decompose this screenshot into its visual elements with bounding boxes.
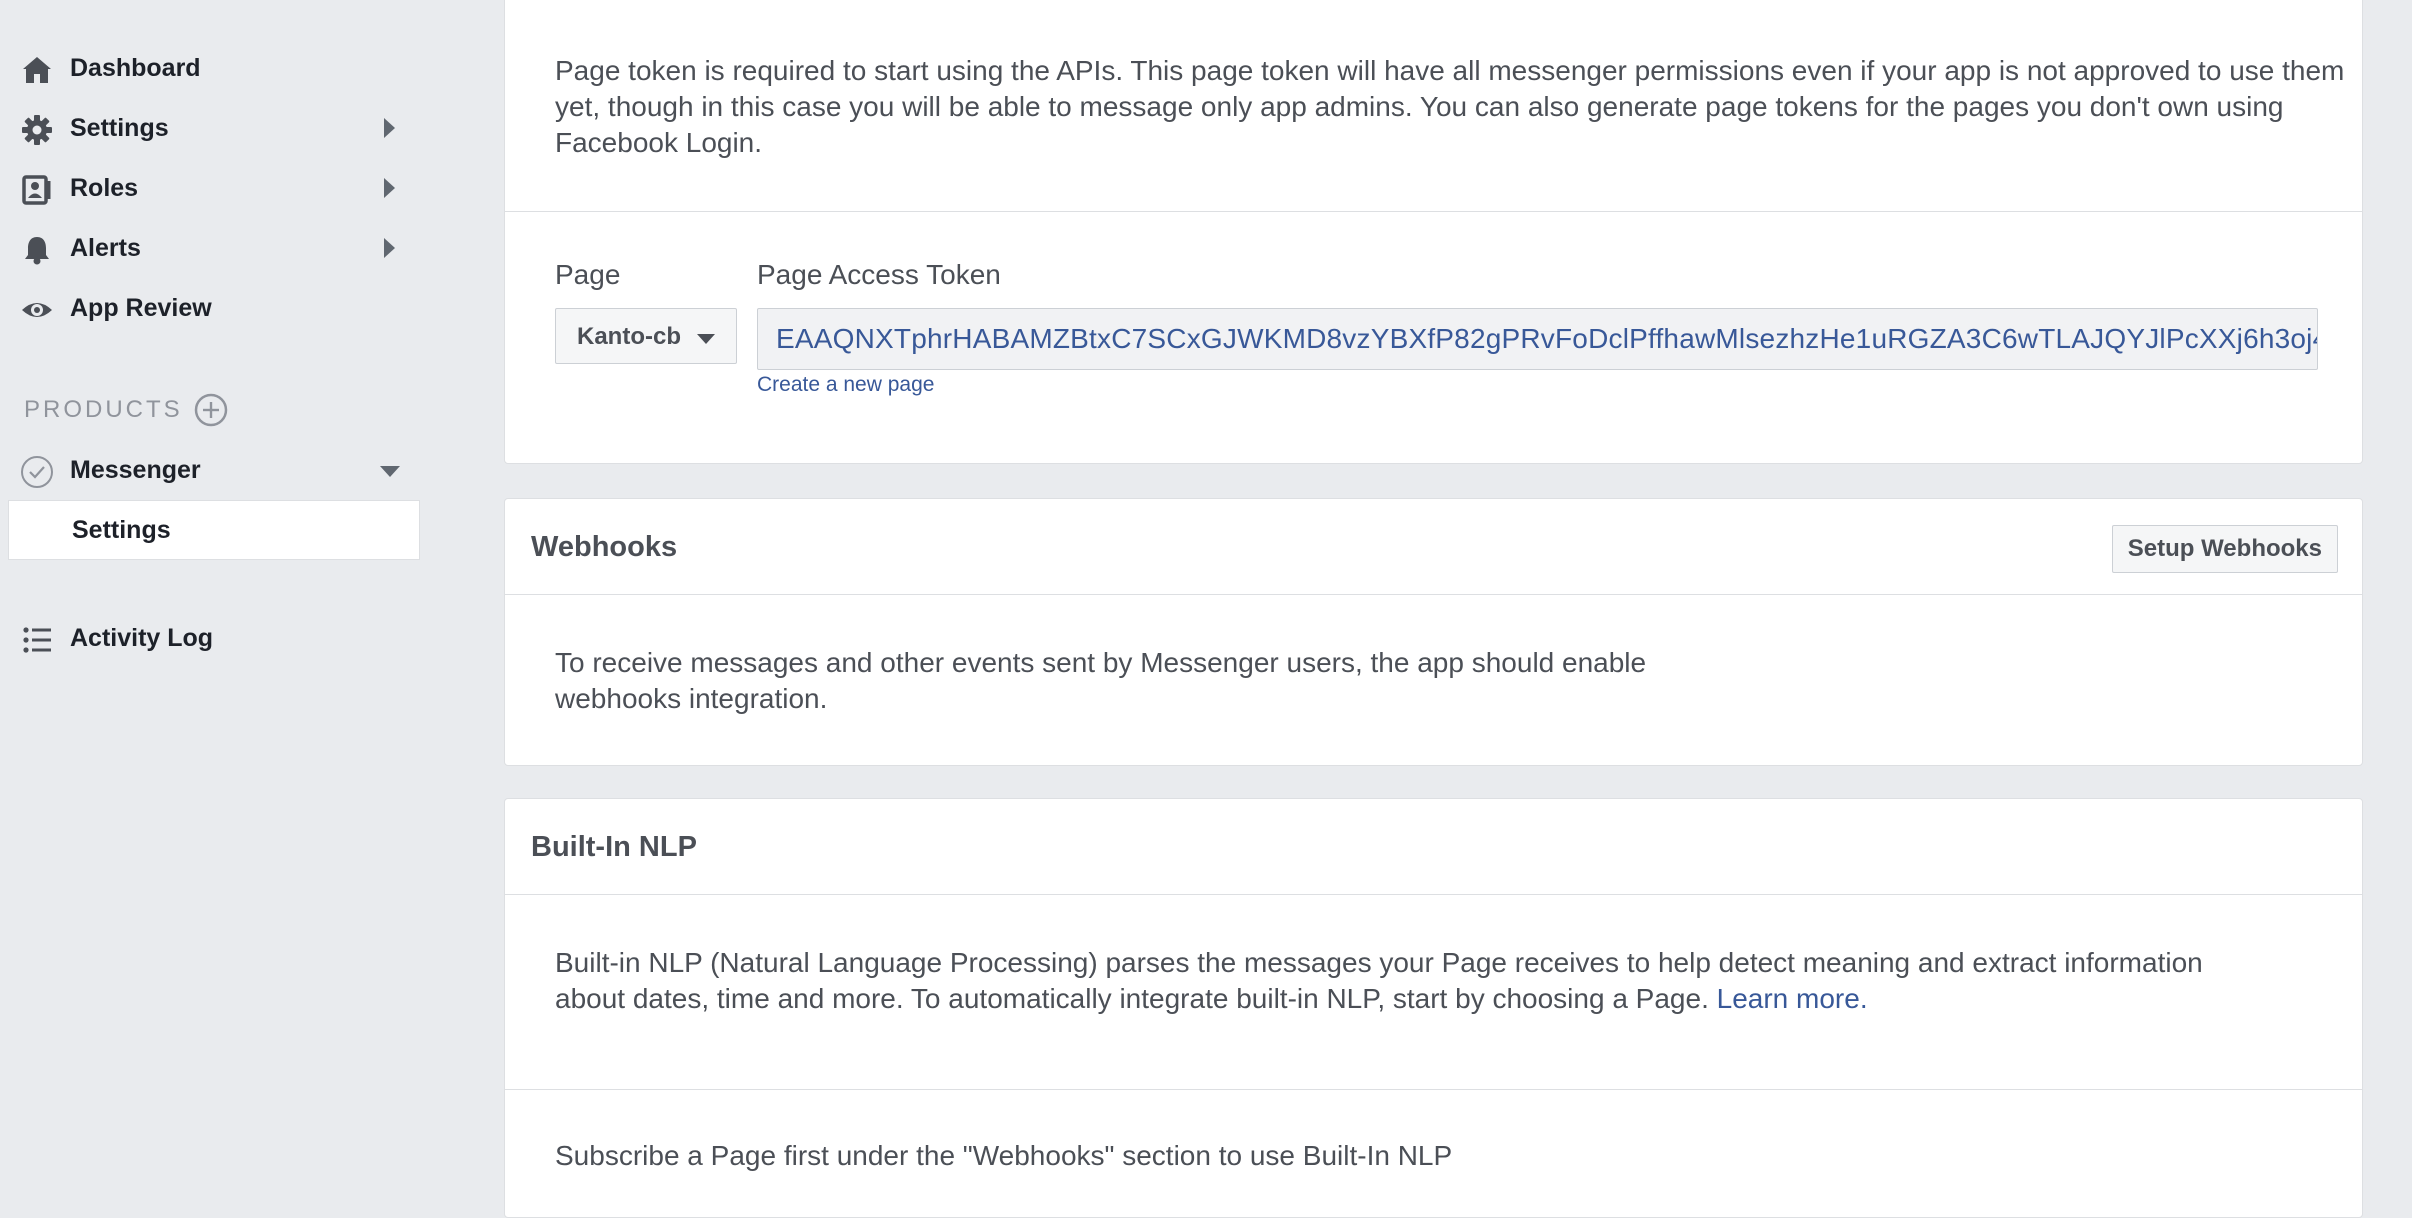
sidebar-item-roles[interactable]: Roles xyxy=(0,158,420,218)
nlp-description-text: about dates, time and more. To automatic… xyxy=(555,983,1709,1014)
divider xyxy=(505,211,2362,212)
sidebar-item-activity-log[interactable]: Activity Log xyxy=(0,608,420,668)
chevron-right-icon xyxy=(384,118,395,138)
create-new-page-link[interactable]: Create a new page xyxy=(757,373,934,397)
page-select-value: Kanto-cb xyxy=(577,323,681,350)
check-circle-icon xyxy=(20,455,54,489)
sidebar-item-label: Settings xyxy=(72,516,171,544)
nlp-description-line: about dates, time and more. To automatic… xyxy=(555,981,2203,1017)
eye-icon xyxy=(20,293,54,327)
bell-icon xyxy=(20,233,54,267)
sidebar-item-label: Roles xyxy=(70,174,139,202)
page-select-dropdown[interactable]: Kanto-cb xyxy=(555,308,737,364)
setup-webhooks-button[interactable]: Setup Webhooks xyxy=(2111,525,2338,573)
roles-icon xyxy=(20,173,54,207)
page-access-token-field[interactable]: EAAQNXTphrHABAMZBtxC7SCxGJWKMD8vzYBXfP82… xyxy=(757,308,2318,370)
webhooks-card-header: Webhooks Setup Webhooks xyxy=(505,499,2362,595)
chevron-right-icon xyxy=(384,238,395,258)
sidebar-item-label: Dashboard xyxy=(70,54,201,82)
divider xyxy=(505,1089,2362,1090)
webhooks-description-line: webhooks integration. xyxy=(555,683,828,714)
token-generation-card: Page token is required to start using th… xyxy=(504,0,2363,464)
chevron-down-icon xyxy=(380,466,400,477)
sidebar-item-label: App Review xyxy=(70,294,212,322)
nlp-description: Built-in NLP (Natural Language Processin… xyxy=(555,945,2203,1017)
sidebar-item-dashboard[interactable]: Dashboard xyxy=(0,38,420,98)
page-access-token-value: EAAQNXTphrHABAMZBtxC7SCxGJWKMD8vzYBXfP82… xyxy=(776,323,2318,354)
sidebar-item-label: Messenger xyxy=(70,456,201,484)
token-field-label: Page Access Token xyxy=(757,259,1001,290)
plus-circle-icon[interactable] xyxy=(194,393,228,427)
sidebar-subitem-messenger-settings[interactable]: Settings xyxy=(8,500,420,560)
caret-down-icon xyxy=(697,334,715,344)
chevron-right-icon xyxy=(384,178,395,198)
sidebar-item-app-review[interactable]: App Review xyxy=(0,278,420,338)
learn-more-link[interactable]: Learn more. xyxy=(1717,983,1868,1014)
builtin-nlp-card: Built-In NLP Built-in NLP (Natural Langu… xyxy=(504,798,2363,1218)
webhooks-description-line: To receive messages and other events sen… xyxy=(555,647,1647,678)
nlp-description-line: Built-in NLP (Natural Language Processin… xyxy=(555,947,2203,978)
webhooks-card: Webhooks Setup Webhooks To receive messa… xyxy=(504,498,2363,766)
token-intro-text: Page token is required to start using th… xyxy=(555,55,2345,158)
sidebar-item-label: Settings xyxy=(70,114,169,142)
nlp-subscribe-text: Subscribe a Page first under the "Webhoo… xyxy=(555,1140,1453,1171)
sidebar-item-alerts[interactable]: Alerts xyxy=(0,218,420,278)
sidebar: Dashboard Settings Roles Alerts App Revi… xyxy=(0,0,430,1178)
sidebar-item-label: Activity Log xyxy=(70,624,214,652)
webhooks-description: To receive messages and other events sen… xyxy=(555,645,1646,717)
nlp-title: Built-In NLP xyxy=(531,831,697,863)
home-icon xyxy=(20,53,54,87)
sidebar-item-label: Alerts xyxy=(70,234,141,262)
nlp-card-header: Built-In NLP xyxy=(505,799,2362,895)
sidebar-item-messenger[interactable]: Messenger xyxy=(0,440,420,500)
gear-icon xyxy=(20,113,54,147)
list-icon xyxy=(20,623,54,657)
products-label: PRODUCTS xyxy=(24,396,183,423)
sidebar-item-settings[interactable]: Settings xyxy=(0,98,420,158)
page-field-label: Page xyxy=(555,259,621,290)
webhooks-title: Webhooks xyxy=(531,531,678,563)
